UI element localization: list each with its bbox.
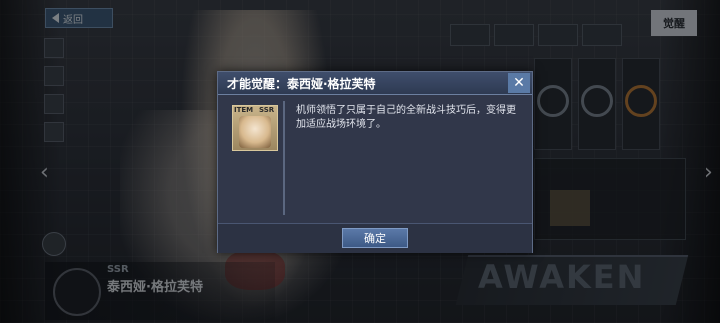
close-icon: ✕ — [513, 75, 525, 91]
dialog-header: 才能觉醒：泰西娅·格拉芙特 ✕ — [218, 72, 532, 95]
dialog-description: 机师领悟了只属于自己的全新战斗技巧后，变得更加适应战场环境了。 — [296, 105, 516, 130]
close-button[interactable]: ✕ — [508, 73, 530, 93]
item-rarity: SSR — [259, 106, 275, 114]
dialog-body: ITEM SSR 机师领悟了只属于自己的全新战斗技巧后，变得更加适应战场环境了。 — [218, 95, 532, 223]
item-tag: ITEM — [234, 106, 254, 114]
dialog-footer: 确定 — [218, 223, 532, 253]
awakening-dialog: 才能觉醒：泰西娅·格拉芙特 ✕ ITEM SSR 机师领悟了只属于自己的全新战斗… — [217, 71, 533, 253]
item-portrait-icon — [239, 116, 271, 148]
confirm-button[interactable]: 确定 — [342, 228, 408, 248]
dialog-title: 才能觉醒：泰西娅·格拉芙特 — [227, 77, 376, 91]
divider — [283, 101, 285, 215]
item-card[interactable]: ITEM SSR — [232, 105, 278, 151]
